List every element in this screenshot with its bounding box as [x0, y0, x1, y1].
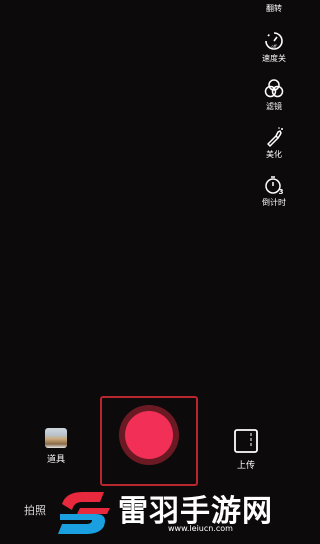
upload-gallery-icon: [234, 429, 258, 453]
watermark-logo-icon: [58, 492, 110, 534]
beautify-label: 美化: [266, 150, 282, 159]
mode-tab-photo[interactable]: 拍照: [24, 502, 46, 518]
speed-off-icon: off: [265, 32, 283, 50]
beautify-button[interactable]: 美化: [248, 126, 300, 160]
countdown-label: 倒计时: [262, 198, 286, 207]
countdown-timer-icon: 3: [265, 176, 284, 196]
speed-label: 速度关: [262, 54, 286, 63]
upload-label: 上传: [236, 461, 255, 471]
svg-text:3: 3: [279, 188, 284, 196]
flip-label: 翻转: [266, 4, 282, 13]
beautify-wand-icon: [267, 127, 283, 147]
filter-label: 滤镜: [266, 102, 282, 111]
watermark-url: www.leiucn.com: [168, 524, 233, 533]
record-button[interactable]: [125, 411, 173, 459]
flip-button[interactable]: 翻转: [248, 2, 300, 14]
upload-button[interactable]: 上传: [226, 428, 266, 471]
filter-button[interactable]: 滤镜: [248, 78, 300, 112]
svg-text:off: off: [271, 44, 276, 49]
props-button[interactable]: 道具: [36, 428, 76, 465]
watermark: 雷羽手游网 www.leiucn.com: [48, 478, 300, 544]
props-label: 道具: [46, 455, 65, 465]
countdown-button[interactable]: 3 倒计时: [248, 174, 300, 208]
speed-button[interactable]: off 速度关: [248, 30, 300, 64]
props-thumbnail: [45, 428, 67, 448]
filter-icon: [264, 79, 284, 98]
